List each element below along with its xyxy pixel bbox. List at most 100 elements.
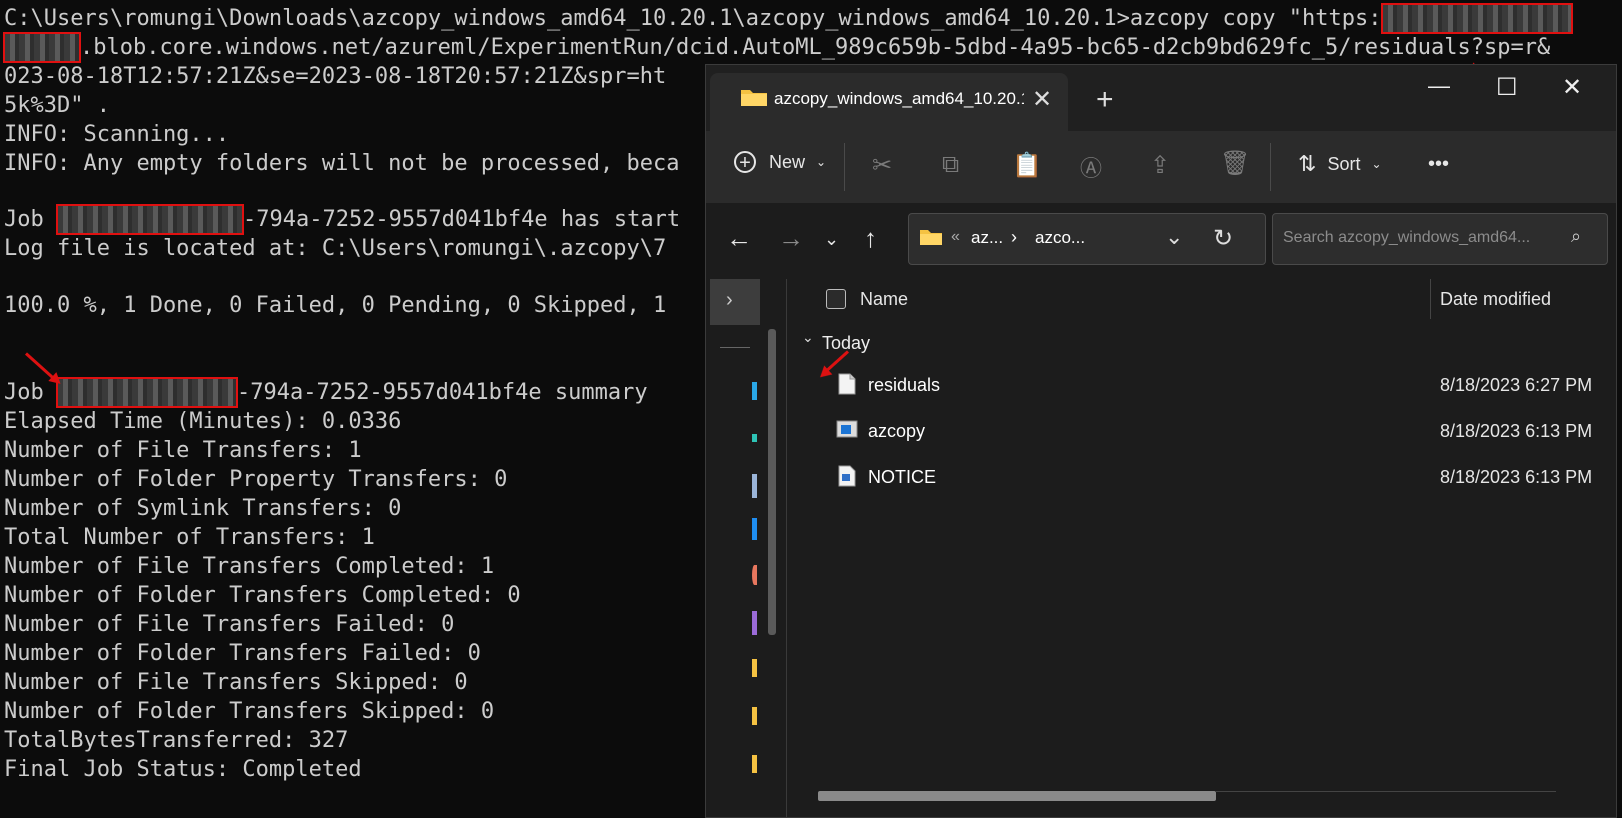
file-name: NOTICE [868,467,937,487]
terminal-line: Number of Folder Transfers Skipped: 0 [4,699,495,724]
column-divider[interactable] [1430,279,1431,319]
terminal-line: Total Number of Transfers: 1 [4,525,375,550]
sort-icon: ⇅ [1298,151,1317,176]
terminal-line: Number of File Transfers Failed: 0 [4,612,455,637]
terminal-line: Elapsed Time (Minutes): 0.0336 [4,409,402,434]
chevron-down-icon: ⌄ [1371,157,1382,171]
paste-icon[interactable]: 📋 [1012,151,1042,180]
terminal-line: Number of File Transfers Completed: 1 [4,554,495,579]
terminal-line: Final Job Status: Completed [4,757,362,782]
terminal-line: C:\Users\romungi\Downloads\azcopy_window… [4,3,1573,34]
column-header-date[interactable]: Date modified [1440,289,1551,310]
folder-icon [741,90,767,106]
terminal-line: Job -794a-7252-9557d041bf4e summary [4,377,648,408]
scrollbar-track [1216,791,1556,792]
search-icon: ⌕ [1571,226,1582,246]
sort-label: Sort [1327,153,1361,174]
terminal-line: Number of Folder Transfers Completed: 0 [4,583,521,608]
plus-circle-icon: + [734,151,756,174]
breadcrumb-item[interactable]: az... [971,228,1003,248]
terminal-line: Number of Folder Property Transfers: 0 [4,467,508,492]
terminal-line: INFO: Scanning... [4,122,230,147]
search-placeholder: Search azcopy_windows_amd64... [1283,229,1531,246]
divider [844,143,845,191]
breadcrumb-separator: › [1011,227,1017,247]
new-button[interactable]: + New ⌄ [734,151,827,174]
annotation-arrow [821,350,850,376]
nav-item-icon[interactable] [752,755,757,773]
nav-item-icon[interactable] [752,565,757,585]
navigation-bar: ← → ⌄ ↑ « az... › azco... ⌄ ↻ Search azc… [706,203,1616,279]
refresh-icon[interactable]: ↻ [1213,224,1233,253]
back-icon[interactable]: ← [726,223,752,254]
tab-azcopy[interactable]: azcopy_windows_amd64_10.20.1 ✕ [710,73,1068,131]
nav-scrollbar[interactable] [768,329,776,635]
nav-item-icon[interactable] [752,707,757,725]
terminal-line: TotalBytesTransferred: 327 [4,728,349,753]
expand-nav-button[interactable]: › [710,279,760,325]
breadcrumb-item[interactable]: azco... [1035,228,1085,248]
terminal-line: Number of Folder Transfers Failed: 0 [4,641,481,666]
file-date: 8/18/2023 6:13 PM [1440,467,1593,487]
file-name: azcopy [868,421,926,441]
divider [1270,143,1271,191]
chevron-down-icon[interactable]: ⌄ [802,329,814,346]
forward-icon[interactable]: → [778,223,804,254]
more-options-icon[interactable]: ••• [1428,153,1449,176]
chevron-down-icon: ⌄ [816,155,827,170]
nav-item-icon[interactable] [752,474,757,498]
nav-item-icon[interactable] [752,382,757,400]
delete-icon[interactable]: 🗑 [1220,149,1250,178]
document-icon [838,465,856,487]
sort-button[interactable]: ⇅ Sort ⌄ [1298,151,1382,177]
terminal-line: .blob.core.windows.net/azureml/Experimen… [3,32,1550,63]
file-explorer-window: azcopy_windows_amd64_10.20.1 ✕ + — ☐ ✕ +… [705,64,1617,818]
nav-item-icon[interactable] [752,611,757,635]
up-icon[interactable]: ↑ [864,223,877,254]
chevron-right-icon: › [726,289,733,311]
file-list: Name Date modified ⌄ Today residuals 8/1… [788,279,1616,817]
horizontal-scrollbar[interactable] [818,791,1216,801]
folder-icon [920,230,942,245]
select-all-checkbox[interactable] [826,289,846,309]
tab-title: azcopy_windows_amd64_10.20.1 [774,89,1024,108]
terminal-line: Log file is located at: C:\Users\romungi… [4,236,667,261]
recent-locations-icon[interactable]: ⌄ [824,229,839,250]
terminal-line: INFO: Any empty folders will not be proc… [4,151,680,176]
breadcrumb-overflow[interactable]: « [951,228,960,246]
command-bar: + New ⌄ ✂ ⧉ 📋 Ⓐ ⇪ 🗑 ⇅ Sort ⌄ ••• [706,131,1616,203]
maximize-icon[interactable]: ☐ [1496,73,1518,102]
terminal-line: 023-08-18T12:57:21Z&se=2023-08-18T20:57:… [4,64,667,89]
new-tab-icon[interactable]: + [1096,83,1114,117]
nav-item-icon[interactable] [752,518,757,540]
file-name: residuals [868,375,941,395]
cut-icon[interactable]: ✂ [872,151,892,180]
terminal-line: Number of File Transfers: 1 [4,438,362,463]
terminal-line: Job -794a-7252-9557d041bf4e has start [4,204,681,235]
close-window-icon[interactable]: ✕ [1562,73,1582,102]
file-date: 8/18/2023 6:27 PM [1440,375,1593,395]
redacted-job-id [55,377,238,408]
redacted-url [1380,3,1573,34]
share-icon[interactable]: ⇪ [1150,151,1170,180]
title-bar: azcopy_windows_amd64_10.20.1 ✕ + — ☐ ✕ [706,65,1616,131]
nav-item-icon[interactable] [752,434,757,442]
nav-item-icon[interactable] [752,659,757,677]
search-box[interactable]: Search azcopy_windows_amd64... ⌕ [1272,213,1608,265]
terminal-line: 5k%3D" . [4,93,110,118]
file-icon [838,373,856,395]
column-header-name[interactable]: Name [860,289,908,310]
close-tab-icon[interactable]: ✕ [1032,85,1052,114]
application-icon [836,420,858,438]
rename-icon[interactable]: Ⓐ [1080,151,1102,183]
terminal-line: Number of Symlink Transfers: 0 [4,496,402,521]
copy-icon[interactable]: ⧉ [942,151,959,179]
file-date: 8/18/2023 6:13 PM [1440,421,1593,441]
chevron-down-icon[interactable]: ⌄ [1165,224,1183,250]
address-bar[interactable]: « az... › azco... ⌄ ↻ [908,213,1266,265]
redacted-job-id [55,204,244,235]
terminal-line: Number of File Transfers Skipped: 0 [4,670,468,695]
minimize-icon[interactable]: — [1428,73,1450,99]
navigation-pane: › [706,279,787,817]
content-area: › Name Date modified ⌄ Today residuals 8… [706,279,1616,817]
